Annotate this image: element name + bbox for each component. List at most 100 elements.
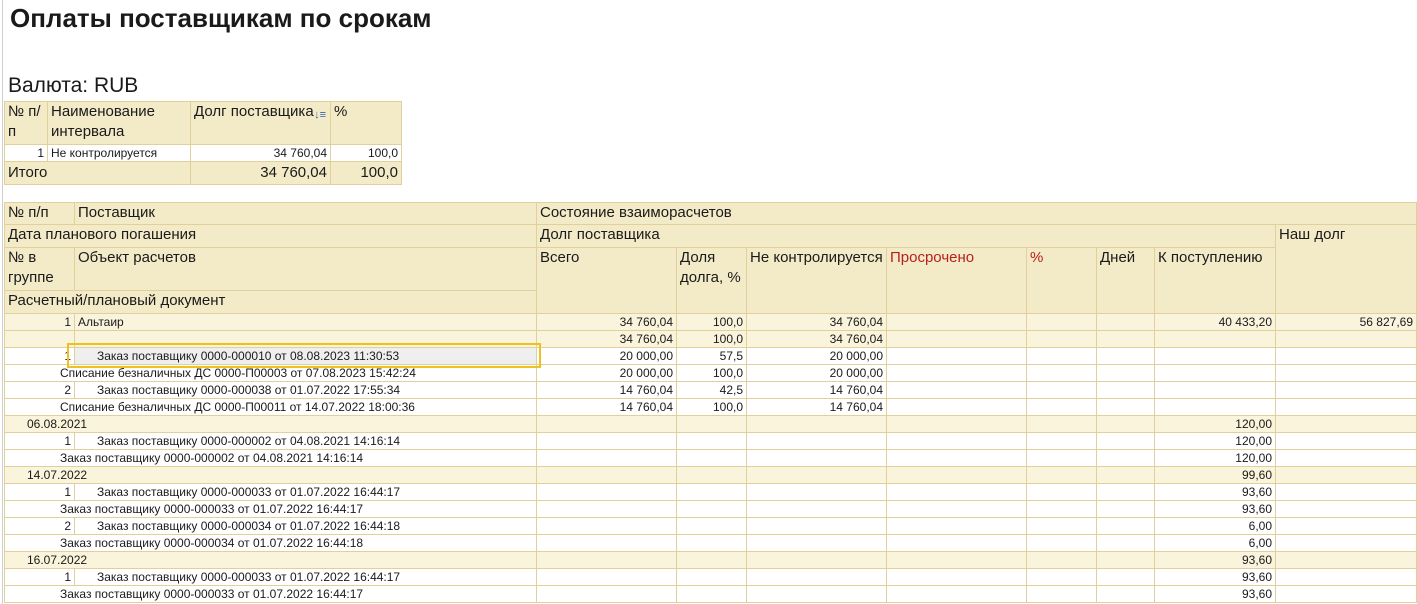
settlement-object-row[interactable]: 1 Заказ поставщику 0000-000002 от 04.08.… <box>4 432 1417 450</box>
summary-header-debt-label: Долг поставщика <box>194 103 314 120</box>
supplier-group-row[interactable]: 34 760,04 100,0 34 760,04 <box>4 330 1417 348</box>
document-row[interactable]: Заказ поставщику 0000-000034 от 01.07.20… <box>4 534 1417 552</box>
row-object[interactable]: Заказ поставщику 0000-000033 от 01.07.20… <box>74 568 537 586</box>
settlement-object-row[interactable]: 1 Заказ поставщику 0000-000033 от 01.07.… <box>4 483 1417 501</box>
settlement-object-row[interactable]: 1 Заказ поставщику 0000-000010 от 08.08.… <box>4 347 1417 365</box>
row-object[interactable]: Заказ поставщику 0000-000038 от 01.07.20… <box>74 381 537 399</box>
row-recv: 99,60 <box>1154 466 1276 484</box>
document-row[interactable]: Списание безналичных ДС 0000-П00003 от 0… <box>4 364 1417 382</box>
row-object[interactable]: Заказ поставщику 0000-000034 от 01.07.20… <box>74 517 537 535</box>
row-over <box>886 517 1027 535</box>
settlement-object-row[interactable]: 2 Заказ поставщику 0000-000034 от 01.07.… <box>4 517 1417 535</box>
document-row[interactable]: Заказ поставщику 0000-000002 от 04.08.20… <box>4 449 1417 467</box>
row-share <box>676 568 747 586</box>
row-group-num: 1 <box>4 432 75 450</box>
row-label: Альтаир <box>74 313 537 331</box>
report-title: Оплаты поставщикам по срокам <box>10 3 432 33</box>
row-our <box>1274 449 1417 467</box>
row-total <box>536 517 677 535</box>
row-group-num: 1 <box>4 568 75 586</box>
supplier-group-row[interactable]: 1 Альтаир 34 760,04 100,0 34 760,04 40 433,2… <box>4 313 1417 331</box>
summary-row-num: 1 <box>4 144 48 162</box>
header-settlement-object: Объект расчетов <box>74 247 537 291</box>
row-share: 100,0 <box>676 330 747 348</box>
row-our <box>1274 500 1417 518</box>
row-recv: 93,60 <box>1154 483 1276 501</box>
row-object[interactable]: Заказ поставщику 0000-000033 от 01.07.20… <box>74 483 537 501</box>
row-days <box>1096 483 1155 501</box>
row-recv: 93,60 <box>1154 551 1276 569</box>
row-document[interactable]: Заказ поставщику 0000-000002 от 04.08.20… <box>4 449 537 467</box>
row-our <box>1274 466 1417 484</box>
row-our <box>1274 585 1417 603</box>
summary-total-pct: 100,0 <box>330 161 402 185</box>
header-not-controlled: Не контролируется <box>746 247 887 314</box>
summary-row-interval: Не контролируется <box>47 144 191 162</box>
row-share <box>676 500 747 518</box>
row-recv: 120,00 <box>1154 449 1276 467</box>
row-pct <box>1026 500 1097 518</box>
date-group-row[interactable]: 16.07.2022 93,60 <box>4 551 1417 569</box>
row-recv <box>1154 398 1276 416</box>
row-pct <box>1026 415 1097 433</box>
row-over <box>886 568 1027 586</box>
row-nc <box>746 517 887 535</box>
summary-total-label: Итого <box>4 161 191 185</box>
row-object[interactable]: Заказ поставщику 0000-000010 от 08.08.20… <box>74 347 537 365</box>
row-share: 42,5 <box>676 381 747 399</box>
row-days <box>1096 398 1155 416</box>
row-group-num: 2 <box>4 517 75 535</box>
row-share: 57,5 <box>676 347 747 365</box>
row-nc <box>746 466 887 484</box>
row-share <box>676 449 747 467</box>
summary-header-debt[interactable]: Долг поставщика ↓≡ <box>190 101 331 145</box>
row-our <box>1274 415 1417 433</box>
row-pct <box>1026 330 1097 348</box>
row-nc: 20 000,00 <box>746 347 887 365</box>
sort-descending-icon[interactable]: ↓≡ <box>314 105 326 125</box>
row-nc <box>746 568 887 586</box>
row-total <box>536 432 677 450</box>
row-our: 56 827,69 <box>1274 313 1417 331</box>
row-date: 16.07.2022 <box>4 551 537 569</box>
row-group-num: 2 <box>4 381 75 399</box>
row-total <box>536 500 677 518</box>
row-pct <box>1026 381 1097 399</box>
row-recv <box>1154 330 1276 348</box>
row-share <box>676 534 747 552</box>
row-document[interactable]: Списание безналичных ДС 0000-П00003 от 0… <box>4 364 537 382</box>
row-nc: 34 760,04 <box>746 330 887 348</box>
date-group-row[interactable]: 06.08.2021 120,00 <box>4 415 1417 433</box>
row-document[interactable]: Списание безналичных ДС 0000-П00011 от 1… <box>4 398 537 416</box>
document-row[interactable]: Заказ поставщику 0000-000033 от 01.07.20… <box>4 500 1417 518</box>
row-pct <box>1026 449 1097 467</box>
document-row[interactable]: Заказ поставщику 0000-000033 от 01.07.20… <box>4 585 1417 603</box>
header-to-receive: К поступлению <box>1154 247 1276 314</box>
header-planned-date: Дата планового погашения <box>4 224 537 248</box>
row-days <box>1096 449 1155 467</box>
row-recv: 40 433,20 <box>1154 313 1276 331</box>
row-object[interactable]: Заказ поставщику 0000-000002 от 04.08.20… <box>74 432 537 450</box>
document-row[interactable]: Списание безналичных ДС 0000-П00011 от 1… <box>4 398 1417 416</box>
date-group-row[interactable]: 14.07.2022 99,60 <box>4 466 1417 484</box>
row-over <box>886 347 1027 365</box>
row-document[interactable]: Заказ поставщику 0000-000034 от 01.07.20… <box>4 534 537 552</box>
settlement-object-row[interactable]: 2 Заказ поставщику 0000-000038 от 01.07.… <box>4 381 1417 399</box>
row-our <box>1274 364 1417 382</box>
row-document[interactable]: Заказ поставщику 0000-000033 от 01.07.20… <box>4 500 537 518</box>
summary-row[interactable]: 1 Не контролируется 34 760,04 100,0 <box>4 144 402 162</box>
row-share <box>676 432 747 450</box>
row-recv: 120,00 <box>1154 415 1276 433</box>
header-group-num: № в группе <box>4 247 75 291</box>
row-over <box>886 313 1027 331</box>
summary-row-pct: 100,0 <box>330 144 402 162</box>
row-total <box>536 534 677 552</box>
row-share: 100,0 <box>676 398 747 416</box>
row-over <box>886 415 1027 433</box>
settlement-object-row[interactable]: 1 Заказ поставщику 0000-000033 от 01.07.… <box>4 568 1417 586</box>
row-over <box>886 500 1027 518</box>
summary-header-pct: % <box>330 101 402 145</box>
row-share <box>676 466 747 484</box>
row-share <box>676 483 747 501</box>
row-document[interactable]: Заказ поставщику 0000-000033 от 01.07.20… <box>4 585 537 603</box>
